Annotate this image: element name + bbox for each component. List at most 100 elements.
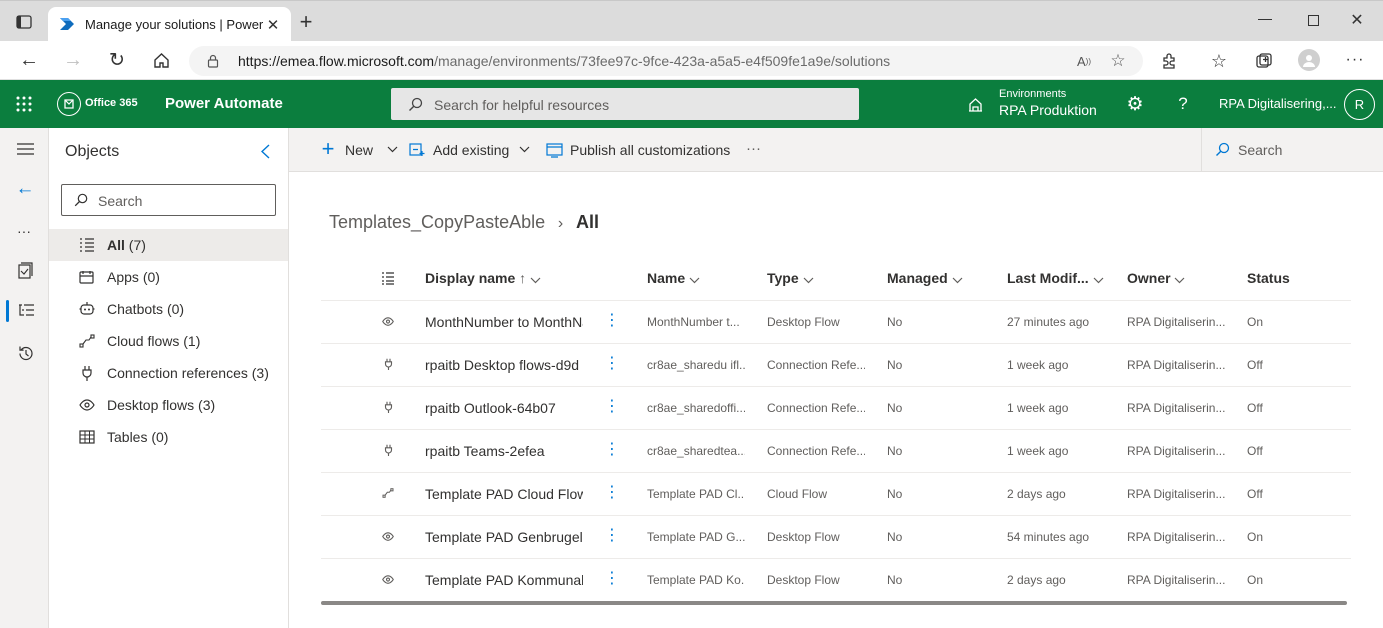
forward-icon[interactable]: →: [63, 49, 83, 71]
cell-display-name[interactable]: rpaitb Desktop flows-d9d: [425, 357, 583, 373]
objects-item-desktop-flows[interactable]: Desktop flows (3): [49, 389, 288, 421]
row-more-icon[interactable]: ⋮: [604, 571, 618, 587]
environment-icon[interactable]: [966, 95, 984, 113]
url-host: https://emea.flow.microsoft.com: [238, 53, 435, 69]
row-more-icon[interactable]: ⋮: [604, 528, 618, 544]
table-row[interactable]: Template PAD Kommunal ⋮ Template PAD Ko.…: [321, 558, 1351, 601]
commandbar-search[interactable]: Search: [1201, 128, 1383, 171]
back-icon[interactable]: ←: [19, 49, 39, 71]
lock-icon[interactable]: [207, 54, 219, 68]
objects-item-tables[interactable]: Tables (0): [49, 421, 288, 453]
maximize-icon[interactable]: [1308, 15, 1319, 26]
plug-icon: [381, 357, 395, 371]
objects-item-all[interactable]: All (7): [49, 229, 288, 261]
cell-last-modified: 1 week ago: [1007, 358, 1069, 372]
cell-owner: RPA Digitaliserin...: [1127, 358, 1225, 372]
office-365-label[interactable]: Office 365: [85, 97, 138, 109]
user-avatar[interactable]: R: [1344, 89, 1375, 120]
chevron-right-icon: ›: [557, 215, 564, 232]
hamburger-menu-icon[interactable]: [16, 142, 34, 156]
table-row[interactable]: Template PAD Genbrugeligt ⋮ Template PAD…: [321, 515, 1351, 558]
resources-search-box[interactable]: Search for helpful resources: [391, 88, 859, 120]
home-icon[interactable]: [151, 51, 171, 69]
objects-search-input[interactable]: Search: [61, 184, 276, 216]
app-launcher-icon[interactable]: [15, 95, 33, 113]
window-close-icon[interactable]: ✕: [1350, 12, 1364, 29]
row-more-icon[interactable]: ⋮: [604, 442, 618, 458]
horizontal-scrollbar[interactable]: [321, 601, 1347, 605]
more-options-icon[interactable]: ···: [14, 223, 34, 239]
cell-display-name[interactable]: rpaitb Outlook-64b07: [425, 400, 583, 416]
browser-tab[interactable]: Manage your solutions | Power Automate ✕: [48, 7, 291, 42]
column-header-managed[interactable]: Managed: [887, 270, 963, 287]
favorites-icon[interactable]: ☆: [1209, 51, 1229, 71]
objects-item-connection-references[interactable]: Connection references (3): [49, 357, 288, 389]
objects-item-label: Connection references (3): [107, 365, 269, 381]
read-aloud-icon[interactable]: A)): [1075, 52, 1093, 70]
new-button[interactable]: + New: [319, 136, 399, 164]
profile-avatar-icon[interactable]: [1298, 49, 1320, 71]
add-existing-button[interactable]: Add existing: [408, 136, 538, 164]
column-header-label: Status: [1247, 270, 1290, 286]
user-name[interactable]: RPA Digitalisering,...: [1219, 96, 1337, 111]
help-icon[interactable]: ?: [1173, 94, 1193, 114]
cell-display-name[interactable]: Template PAD Cloud Flow: [425, 486, 583, 502]
back-arrow-icon[interactable]: ←: [15, 178, 35, 199]
resources-search-placeholder: Search for helpful resources: [434, 97, 610, 113]
table-row[interactable]: rpaitb Desktop flows-d9d ⋮ cr8ae_sharedu…: [321, 343, 1351, 386]
row-more-icon[interactable]: ⋮: [604, 313, 618, 329]
publish-all-button[interactable]: Publish all customizations: [545, 136, 735, 164]
new-label: New: [345, 142, 374, 158]
column-header-display-name[interactable]: Display name ↑: [425, 270, 541, 287]
more-commands-button[interactable]: ···: [746, 140, 761, 157]
objects-title: Objects: [65, 143, 120, 160]
column-header-status[interactable]: Status: [1247, 270, 1290, 286]
minimize-icon[interactable]: [1258, 19, 1272, 21]
row-more-icon[interactable]: ⋮: [604, 485, 618, 501]
address-bar[interactable]: https://emea.flow.microsoft.com/manage/e…: [189, 46, 1143, 76]
tab-close-icon[interactable]: ✕: [266, 17, 280, 34]
chevron-down-icon: [387, 145, 398, 153]
office-365-logo-icon[interactable]: [57, 92, 81, 116]
cell-display-name[interactable]: Template PAD Kommunal: [425, 572, 583, 588]
objects-item-apps[interactable]: Apps (0): [49, 261, 288, 293]
environment-name[interactable]: RPA Produktion: [999, 102, 1097, 118]
table-row[interactable]: rpaitb Outlook-64b07 ⋮ cr8ae_sharedoffi.…: [321, 386, 1351, 429]
new-tab-icon[interactable]: +: [296, 9, 316, 34]
table-row[interactable]: Template PAD Cloud Flow ⋮ Template PAD C…: [321, 472, 1351, 515]
objects-item-chatbots[interactable]: Chatbots (0): [49, 293, 288, 325]
cell-display-name[interactable]: MonthNumber to MonthName: [425, 314, 583, 330]
history-icon[interactable]: [16, 344, 34, 362]
settings-more-icon[interactable]: ···: [1345, 51, 1365, 69]
cell-status: Off: [1247, 444, 1263, 458]
column-header-last-modified[interactable]: Last Modif...: [1007, 270, 1104, 287]
column-header-owner[interactable]: Owner: [1127, 270, 1185, 287]
cell-display-name[interactable]: rpaitb Teams-2efea: [425, 443, 583, 459]
collapse-panel-icon[interactable]: [257, 142, 273, 160]
cell-managed: No: [887, 573, 903, 587]
overview-icon[interactable]: [17, 261, 33, 279]
extensions-icon[interactable]: [1160, 51, 1180, 71]
objects-item-cloud-flows[interactable]: Cloud flows (1): [49, 325, 288, 357]
cell-display-name[interactable]: Template PAD Genbrugeligt: [425, 529, 583, 545]
table-row[interactable]: MonthNumber to MonthName ⋮ MonthNumber t…: [321, 300, 1351, 343]
url-path: /manage/environments/73fee97c-9fce-423a-…: [434, 53, 891, 69]
column-header-type[interactable]: Type: [767, 270, 814, 287]
row-more-icon[interactable]: ⋮: [604, 356, 618, 372]
add-favorite-icon[interactable]: ☆: [1109, 51, 1127, 70]
collections-icon[interactable]: [1254, 51, 1274, 71]
cell-name: MonthNumber t...: [647, 315, 740, 329]
tab-actions-icon[interactable]: [15, 14, 33, 30]
objects-tree-icon[interactable]: [17, 303, 35, 319]
objects-item-label: Tables (0): [107, 429, 168, 445]
list-view-icon[interactable]: [381, 271, 395, 285]
settings-gear-icon[interactable]: ⚙: [1125, 94, 1145, 115]
column-header-name[interactable]: Name: [647, 270, 700, 287]
row-more-icon[interactable]: ⋮: [604, 399, 618, 415]
cloud-flow-icon: [381, 486, 395, 500]
app-name[interactable]: Power Automate: [165, 95, 283, 112]
refresh-icon[interactable]: ↻: [107, 50, 127, 71]
breadcrumb-parent[interactable]: Templates_CopyPasteAble: [329, 212, 545, 232]
cell-name: cr8ae_sharedoffi...: [647, 401, 745, 415]
table-row[interactable]: rpaitb Teams-2efea ⋮ cr8ae_sharedtea... …: [321, 429, 1351, 472]
